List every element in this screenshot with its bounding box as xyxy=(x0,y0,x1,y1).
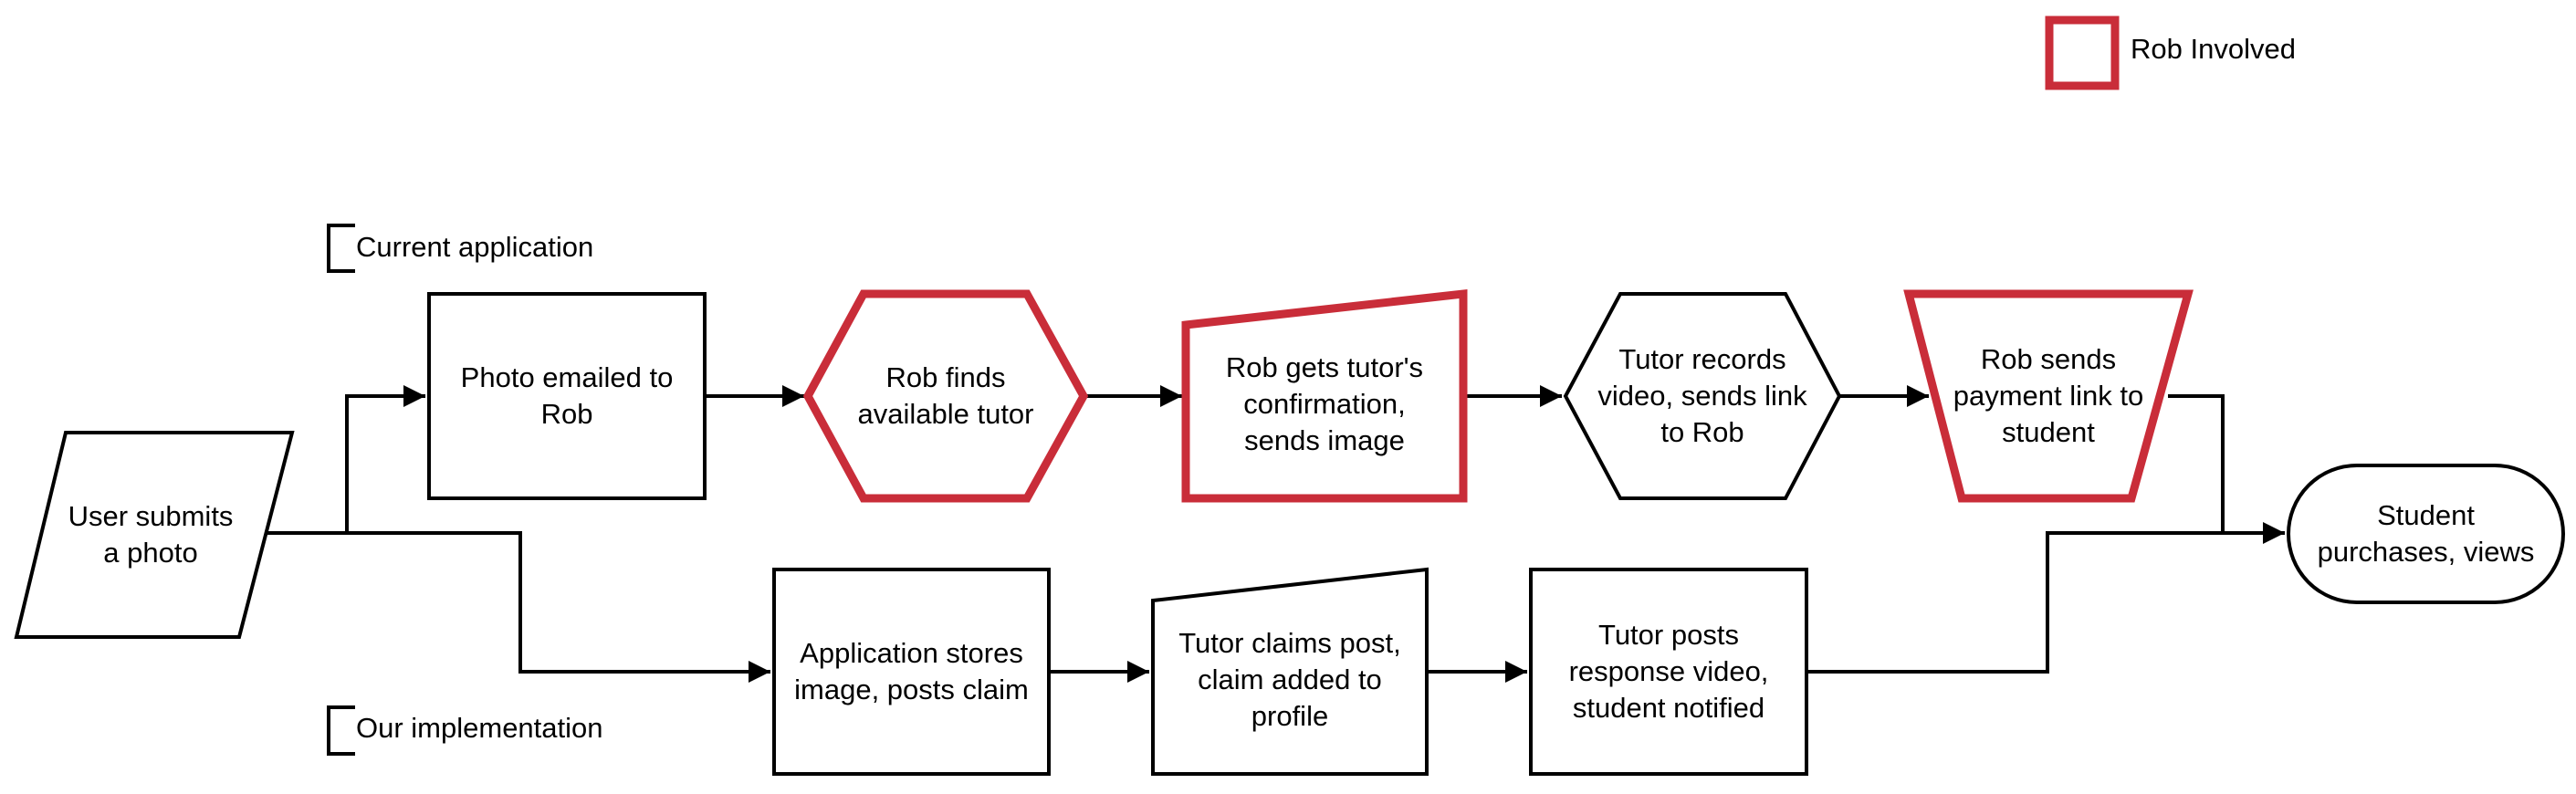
node-app-stores-label: Application stores image, posts claim xyxy=(794,637,1029,705)
node-rob-gets-confirmation-label: Rob gets tutor's confirmation, sends ima… xyxy=(1225,350,1424,456)
legend-swatch xyxy=(2045,16,2120,90)
lane-label-ours: Our implementation xyxy=(356,712,603,744)
node-user-submits-label: User submits a photo xyxy=(68,500,234,569)
node-student-purchases-label: Student purchases, views xyxy=(2317,499,2535,568)
edge-tutor-posts-to-student xyxy=(1806,522,2285,674)
lane-label-current: Current application xyxy=(356,231,594,263)
node-tutor-records-label: Tutor records video, sends link to Rob xyxy=(1597,343,1807,448)
node-rob-sends-payment-label: Rob sends payment link to student xyxy=(1953,343,2144,448)
node-rob-finds-label: Rob finds available tutor xyxy=(857,361,1034,430)
edge-user-to-app-stores xyxy=(347,531,770,683)
lane-bracket-current xyxy=(327,224,355,273)
edge-user-to-photo-emailed xyxy=(267,385,425,535)
lane-bracket-ours xyxy=(327,705,355,756)
node-tutor-claims-label: Tutor claims post, claim added to profil… xyxy=(1178,626,1401,732)
node-photo-emailed-label: Photo emailed to Rob xyxy=(460,361,674,430)
node-tutor-posts-label: Tutor posts response video, student noti… xyxy=(1568,619,1769,724)
legend-label: Rob Involved xyxy=(2131,33,2296,65)
